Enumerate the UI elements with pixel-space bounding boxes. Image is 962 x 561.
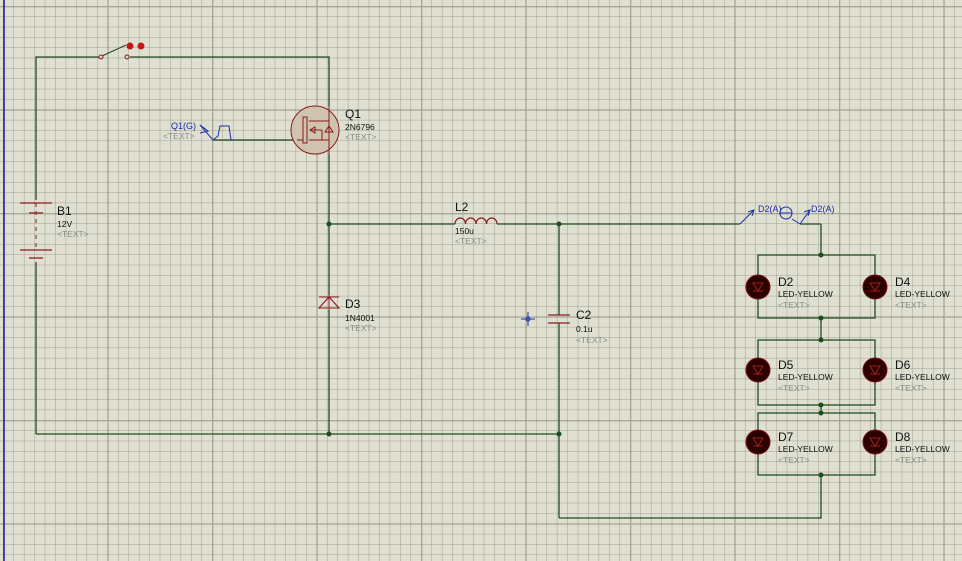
led-ref: D7 [778,430,794,444]
b1-text: <TEXT> [57,229,89,239]
l2-value: 150u [455,226,474,236]
d3-value: 1N4001 [345,313,375,323]
led-value: LED-YELLOW [895,289,950,299]
led-value: LED-YELLOW [778,372,833,382]
probe-out-label: D2(A) [811,204,835,214]
generator-text: <TEXT> [163,131,195,141]
q1-text: <TEXT> [345,132,377,142]
led-text: <TEXT> [895,383,927,393]
led-body [862,274,888,300]
minor-grid [0,0,962,561]
c2-ref: C2 [576,308,592,322]
led-body [862,429,888,455]
d3-ref: D3 [345,297,361,311]
l2-text: <TEXT> [455,236,487,246]
led-value: LED-YELLOW [895,444,950,454]
led-ref: D5 [778,358,794,372]
d3-text: <TEXT> [345,323,377,333]
led-ref: D8 [895,430,911,444]
led-ref: D6 [895,358,911,372]
b1-ref: B1 [57,204,72,218]
led-text: <TEXT> [895,455,927,465]
generator-label: Q1(G) [171,121,196,131]
q1-ref: Q1 [345,107,361,121]
l2-ref: L2 [455,200,469,214]
led-value: LED-YELLOW [895,372,950,382]
b1-value: 12V [57,219,72,229]
led-ref: D4 [895,275,911,289]
led-text: <TEXT> [778,383,810,393]
led-body [745,357,771,383]
led-body [862,357,888,383]
led-text: <TEXT> [778,455,810,465]
led-value: LED-YELLOW [778,289,833,299]
led-text: <TEXT> [778,300,810,310]
schematic-canvas[interactable]: B1 12V <TEXT> Q1(G) <TEXT> Q1 2N6796 <TE… [0,0,962,561]
probe-in-label: D2(A) [758,204,782,214]
led-ref: D2 [778,275,794,289]
led-value: LED-YELLOW [778,444,833,454]
c2-text: <TEXT> [576,335,608,345]
q1-value: 2N6796 [345,122,375,132]
c2-value: 0.1u [576,324,593,334]
led-body [745,274,771,300]
led-text: <TEXT> [895,300,927,310]
led-body [745,429,771,455]
